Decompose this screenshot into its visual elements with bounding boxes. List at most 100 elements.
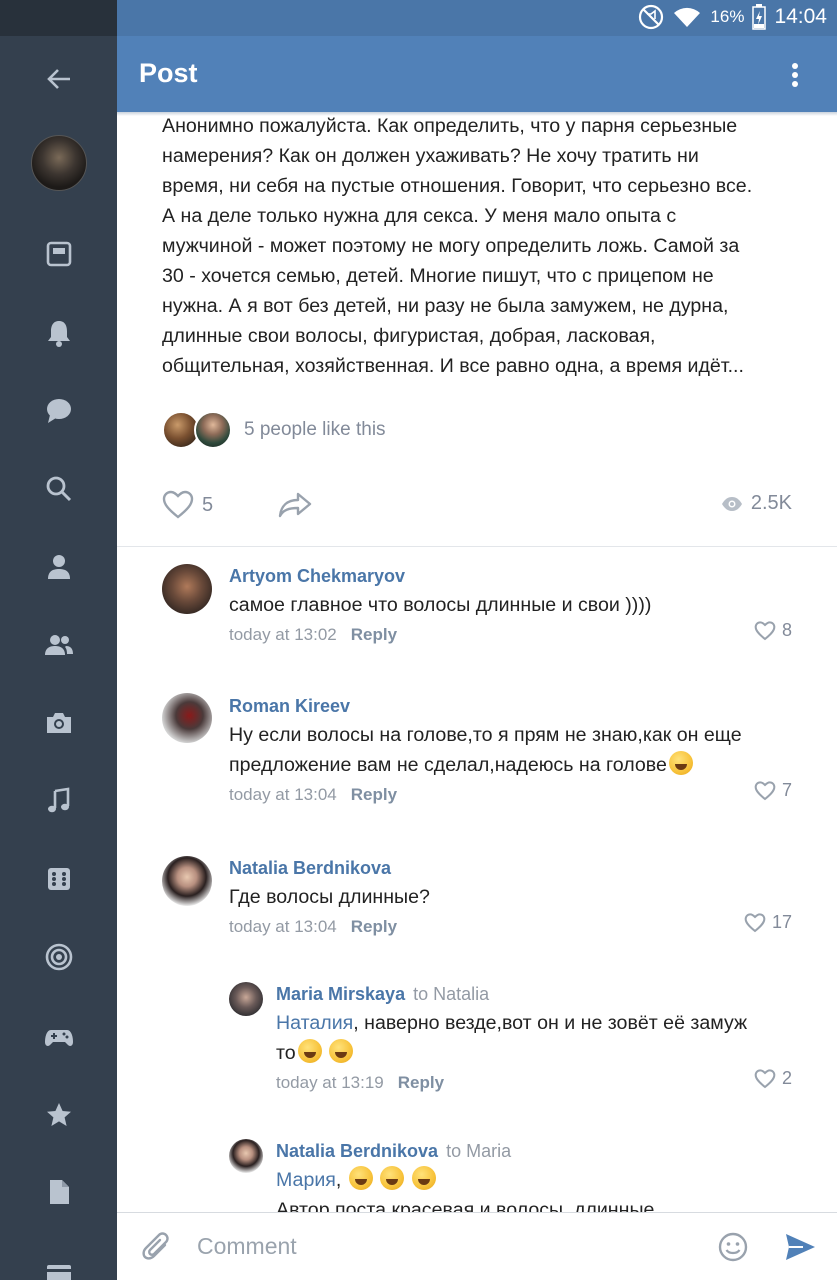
comment-text: Где волосы длинные? xyxy=(229,886,430,908)
page-title: Post xyxy=(139,58,198,88)
comment-text: самое главное что волосы длинные и свои … xyxy=(229,594,652,616)
comment-time: today at 13:02 xyxy=(229,625,337,644)
comment-like-count: 8 xyxy=(781,620,792,640)
comment-author[interactable]: Roman Kireev xyxy=(229,692,742,720)
battery-icon xyxy=(752,4,767,30)
comment-author: Natalia Berdnikova to Maria xyxy=(276,1141,512,1161)
rofl-emoji-icon xyxy=(329,1039,354,1063)
reply-button[interactable]: Reply xyxy=(351,917,397,936)
payments-card-icon xyxy=(46,1265,71,1280)
gamepad-icon xyxy=(44,1030,73,1046)
games-icon xyxy=(47,868,70,890)
sidebar-item-search[interactable] xyxy=(0,459,117,519)
sidebar-item-target[interactable] xyxy=(0,927,117,987)
comment-like-count: 7 xyxy=(781,780,792,800)
sidebar-item-games[interactable] xyxy=(0,849,117,909)
sidebar-item-gamepad[interactable] xyxy=(0,1007,117,1067)
more-options-button[interactable] xyxy=(783,60,807,90)
wifi-icon xyxy=(674,7,701,27)
sidebar-item-communities[interactable] xyxy=(0,615,117,675)
status-bar: 16% 14:04 xyxy=(117,0,837,36)
reply-button[interactable]: Reply xyxy=(351,625,397,644)
sidebar-item-notifications[interactable] xyxy=(0,303,117,363)
heart-icon xyxy=(754,1068,776,1088)
paperclip-icon xyxy=(142,1232,169,1260)
sidebar-item-payments[interactable] xyxy=(0,1244,117,1280)
app-bar: Post xyxy=(117,36,837,112)
favorites-star-icon xyxy=(46,1103,71,1126)
sidebar xyxy=(0,0,117,1280)
share-button[interactable] xyxy=(277,490,313,525)
post-actions: 5 2.5K xyxy=(117,486,837,530)
comment-text: Автор поста красевая и волосы, длинные xyxy=(276,1199,655,1212)
like-button[interactable]: 5 xyxy=(162,490,213,520)
heart-icon xyxy=(754,620,776,640)
target-icon xyxy=(45,943,72,971)
sidebar-item-documents[interactable] xyxy=(0,1162,117,1222)
sidebar-item-music[interactable] xyxy=(0,771,117,831)
mention-link[interactable]: Мария xyxy=(276,1169,336,1191)
comment-like-count: 2 xyxy=(781,1068,792,1088)
sidebar-item-photos[interactable] xyxy=(0,693,117,753)
reply-to-label[interactable]: to Natalia xyxy=(413,984,489,1004)
send-button[interactable] xyxy=(783,1230,817,1269)
laughing-emoji-icon xyxy=(411,1166,436,1190)
back-button[interactable] xyxy=(0,49,117,109)
reply-button[interactable]: Reply xyxy=(351,785,397,804)
photos-camera-icon xyxy=(46,713,71,733)
search-icon xyxy=(46,476,71,502)
views-counter: 2.5K xyxy=(721,492,792,515)
reply-to-label[interactable]: to Maria xyxy=(446,1141,511,1161)
grinning-emoji-icon xyxy=(668,751,693,775)
mute-icon xyxy=(639,4,664,30)
mention-link[interactable]: Наталия xyxy=(276,1012,353,1034)
comment-input[interactable]: Comment xyxy=(197,1233,297,1260)
rofl-emoji-icon xyxy=(297,1039,322,1063)
notifications-bell-icon xyxy=(47,321,70,347)
divider xyxy=(117,546,837,547)
post-text: Анонимно пожалуйста. Как определить, что… xyxy=(162,116,753,377)
back-arrow-icon xyxy=(46,69,70,89)
heart-icon xyxy=(162,490,194,519)
comment-like-button[interactable]: 7 xyxy=(754,780,792,801)
smiley-icon xyxy=(718,1232,748,1262)
comment-composer: Comment xyxy=(117,1212,837,1280)
post-content[interactable]: Анонимно пожалуйста. Как определить, что… xyxy=(117,116,837,1212)
attach-button[interactable] xyxy=(141,1231,173,1270)
laughing-emoji-icon xyxy=(348,1166,373,1190)
comment-time: today at 13:04 xyxy=(229,785,337,804)
avatar[interactable] xyxy=(162,564,212,614)
comment-time: today at 13:04 xyxy=(229,917,337,936)
avatar[interactable] xyxy=(229,1139,263,1173)
heart-icon xyxy=(754,780,776,800)
news-icon xyxy=(46,241,71,267)
comment-text: предложение вам не сделал,надеюсь на гол… xyxy=(229,750,742,780)
avatar xyxy=(30,135,87,191)
more-vertical-icon xyxy=(792,63,798,69)
comment-author[interactable]: Natalia Berdnikova xyxy=(229,854,430,882)
laughing-emoji-icon xyxy=(380,1166,405,1190)
avatar[interactable] xyxy=(162,693,212,743)
comment-like-button[interactable]: 17 xyxy=(744,912,792,933)
sidebar-item-favorites[interactable] xyxy=(0,1085,117,1145)
messages-icon xyxy=(46,399,71,423)
music-icon xyxy=(47,787,69,813)
send-icon xyxy=(786,1234,815,1260)
avatar[interactable] xyxy=(229,982,263,1016)
clock: 14:04 xyxy=(774,5,827,28)
comment-author[interactable]: Artyom Chekmaryov xyxy=(229,562,651,590)
eye-icon xyxy=(721,496,742,511)
emoji-button[interactable] xyxy=(717,1231,749,1268)
comment-like-button[interactable]: 2 xyxy=(754,1068,792,1089)
comment-like-button[interactable]: 8 xyxy=(754,620,792,641)
friends-icon xyxy=(47,555,70,579)
sidebar-item-messages[interactable] xyxy=(0,381,117,441)
reply-button[interactable]: Reply xyxy=(398,1073,444,1092)
sidebar-item-friends[interactable] xyxy=(0,537,117,597)
views-count: 2.5K xyxy=(750,492,792,514)
likes-summary[interactable]: 5 people like this xyxy=(162,410,386,450)
avatar[interactable] xyxy=(162,856,212,906)
sidebar-item-news[interactable] xyxy=(0,224,117,284)
comment-text: Наталия, наверно везде,вот он и не зовёт… xyxy=(276,1012,748,1034)
sidebar-item-profile[interactable] xyxy=(0,133,117,193)
